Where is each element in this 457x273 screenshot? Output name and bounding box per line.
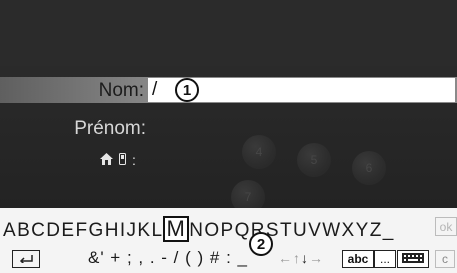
name-input-value: / <box>152 79 158 100</box>
keyboard-grid-icon <box>402 252 424 266</box>
letter-key[interactable]: V <box>308 220 322 242</box>
letter-row: ABCDEFGHIJKL M NOPQRSTUVWXYZ_ <box>3 216 395 242</box>
letter-key[interactable]: C <box>31 220 46 242</box>
callout-1: 1 <box>175 78 199 102</box>
keypad-key-6-label: 6 <box>365 161 373 175</box>
letter-key[interactable]: W <box>322 220 341 242</box>
space-key[interactable]: _ <box>238 248 248 267</box>
keypad-key-5: 5 <box>297 143 331 177</box>
letter-key[interactable]: J <box>127 220 138 242</box>
letter-key[interactable]: X <box>342 220 356 242</box>
back-arrow-icon <box>18 252 34 266</box>
abc-mode-button[interactable]: abc <box>342 250 374 268</box>
ok-button[interactable]: ok <box>435 217 457 236</box>
letter-key[interactable]: E <box>61 220 75 242</box>
letter-key[interactable]: T <box>280 220 293 242</box>
letter-key[interactable]: A <box>3 220 17 242</box>
top-area <box>0 0 457 66</box>
letter-key[interactable]: B <box>17 220 31 242</box>
letter-key[interactable]: I <box>120 220 127 242</box>
keyboard-layout-button[interactable] <box>397 250 429 268</box>
name-label: Nom: <box>98 80 144 101</box>
home-phone-line: : <box>100 152 136 168</box>
clear-button[interactable]: c <box>435 250 455 268</box>
phone-separator: : <box>132 152 136 168</box>
letter-key[interactable]: P <box>221 220 235 242</box>
letter-key[interactable]: D <box>46 220 61 242</box>
letter-key[interactable]: O <box>204 220 220 242</box>
letter-key[interactable]: F <box>75 220 88 242</box>
callout-2: 2 <box>249 232 273 256</box>
cursor-arrows: ← ↑ ↓ → <box>278 250 323 266</box>
symbol-row[interactable]: &' + ; , . - / ( ) # : _ <box>88 248 248 268</box>
keypad-key-5-label: 5 <box>310 153 318 167</box>
home-icon <box>100 152 113 168</box>
letter-key[interactable]: G <box>89 220 105 242</box>
contact-entry-screen: 4 5 6 7 Nom: / 1 Prénom: : ABCDEFGHIJKL M… <box>0 0 457 273</box>
letter-key[interactable]: Y <box>356 220 370 242</box>
arrow-up-icon[interactable]: ↑ <box>293 250 300 266</box>
more-button[interactable]: ... <box>374 250 396 268</box>
letter-key[interactable]: N <box>189 220 204 242</box>
letter-key[interactable]: Q <box>235 220 251 242</box>
letter-key[interactable]: L <box>151 220 163 242</box>
letter-key[interactable]: K <box>137 220 151 242</box>
letter-key-selected[interactable]: M <box>163 216 190 242</box>
keypad-key-7-label: 7 <box>244 190 252 204</box>
letter-key[interactable]: U <box>293 220 308 242</box>
back-button[interactable] <box>12 250 40 268</box>
arrow-left-icon[interactable]: ← <box>278 250 292 266</box>
keypad-key-4: 4 <box>242 135 276 169</box>
symbol-keys[interactable]: &' + ; , . - / ( ) # : <box>88 248 238 267</box>
letter-key[interactable]: Z <box>370 220 383 242</box>
letter-key[interactable]: _ <box>383 220 395 242</box>
letter-key[interactable]: H <box>105 220 120 242</box>
arrow-down-icon[interactable]: ↓ <box>301 250 308 266</box>
keypad-key-6: 6 <box>352 151 386 185</box>
arrow-right-icon[interactable]: → <box>309 250 323 266</box>
mobile-phone-icon <box>119 152 126 168</box>
keypad-key-4-label: 4 <box>255 145 263 159</box>
firstname-label: Prénom: <box>74 118 146 139</box>
